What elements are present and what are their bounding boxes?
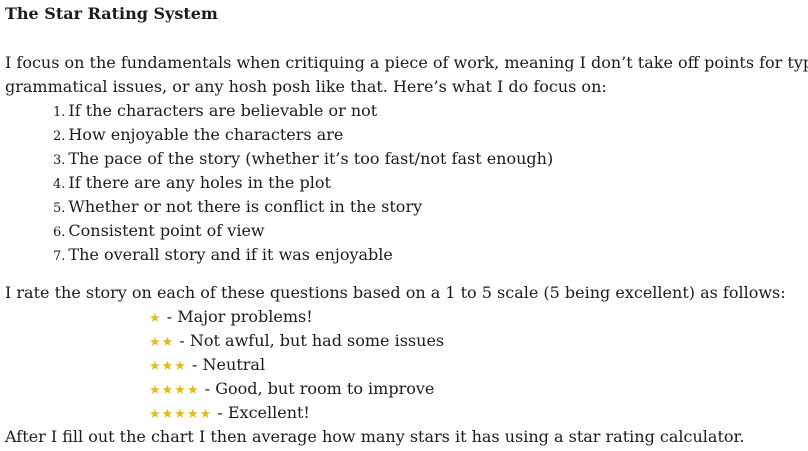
criteria-text: Whether or not there is conflict in the … (68, 197, 423, 216)
scale-intro: I rate the story on each of these questi… (5, 283, 786, 302)
rating-item: ★★★★ - Good, but room to improve (149, 377, 808, 401)
criteria-text: If there are any holes in the plot (68, 173, 331, 192)
criteria-number: 6. (53, 225, 66, 240)
star-icon: ★ (149, 311, 162, 326)
rating-item: ★ - Major problems! (149, 305, 808, 329)
criteria-item: 6. Consistent point of view (53, 219, 808, 243)
criteria-item: 4. If there are any holes in the plot (53, 171, 808, 195)
star-icon: ★★ (149, 335, 175, 350)
criteria-number: 1. (53, 105, 66, 120)
criteria-item: 1. If the characters are believable or no… (53, 99, 808, 123)
criteria-text: The overall story and if it was enjoyabl… (68, 245, 393, 264)
document-page: The Star Rating System I focus on the fu… (0, 0, 808, 451)
rating-text: - Good, but room to improve (199, 379, 435, 398)
rating-item: ★★★★★ - Excellent! (149, 401, 808, 425)
star-icon: ★★★★ (149, 383, 200, 398)
criteria-text: If the characters are believable or not (68, 101, 378, 120)
criteria-number: 4. (53, 177, 66, 192)
closing-text: After I fill out the chart I then averag… (5, 427, 745, 446)
criteria-number: 7. (53, 249, 66, 264)
page-title: The Star Rating System (5, 4, 218, 23)
star-icon: ★★★ (149, 359, 187, 374)
rating-scale-list: ★ - Major problems! ★★ - Not awful, but … (5, 305, 808, 425)
criteria-text: Consistent point of view (68, 221, 265, 240)
rating-item: ★★★ - Neutral (149, 353, 808, 377)
intro-line-2: grammatical issues, or any hosh posh lik… (5, 77, 607, 96)
criteria-text: The pace of the story (whether it’s too … (68, 149, 554, 168)
criteria-number: 2. (53, 129, 66, 144)
criteria-text: How enjoyable the characters are (68, 125, 344, 144)
criteria-item: 5. Whether or not there is conflict in th… (53, 195, 808, 219)
rating-text: - Excellent! (212, 403, 310, 422)
criteria-number: 3. (53, 153, 66, 168)
criteria-item: 7. The overall story and if it was enjoya… (53, 243, 808, 267)
rating-text: - Neutral (186, 355, 266, 374)
criteria-item: 3. The pace of the story (whether it’s to… (53, 147, 808, 171)
rating-item: ★★ - Not awful, but had some issues (149, 329, 808, 353)
rating-text: - Not awful, but had some issues (174, 331, 445, 350)
intro-line-1: I focus on the fundamentals when critiqu… (5, 53, 808, 72)
criteria-list: 1. If the characters are believable or no… (5, 99, 808, 267)
criteria-item: 2. How enjoyable the characters are (53, 123, 808, 147)
criteria-number: 5. (53, 201, 66, 216)
star-icon: ★★★★★ (149, 407, 213, 422)
rating-text: - Major problems! (161, 307, 313, 326)
